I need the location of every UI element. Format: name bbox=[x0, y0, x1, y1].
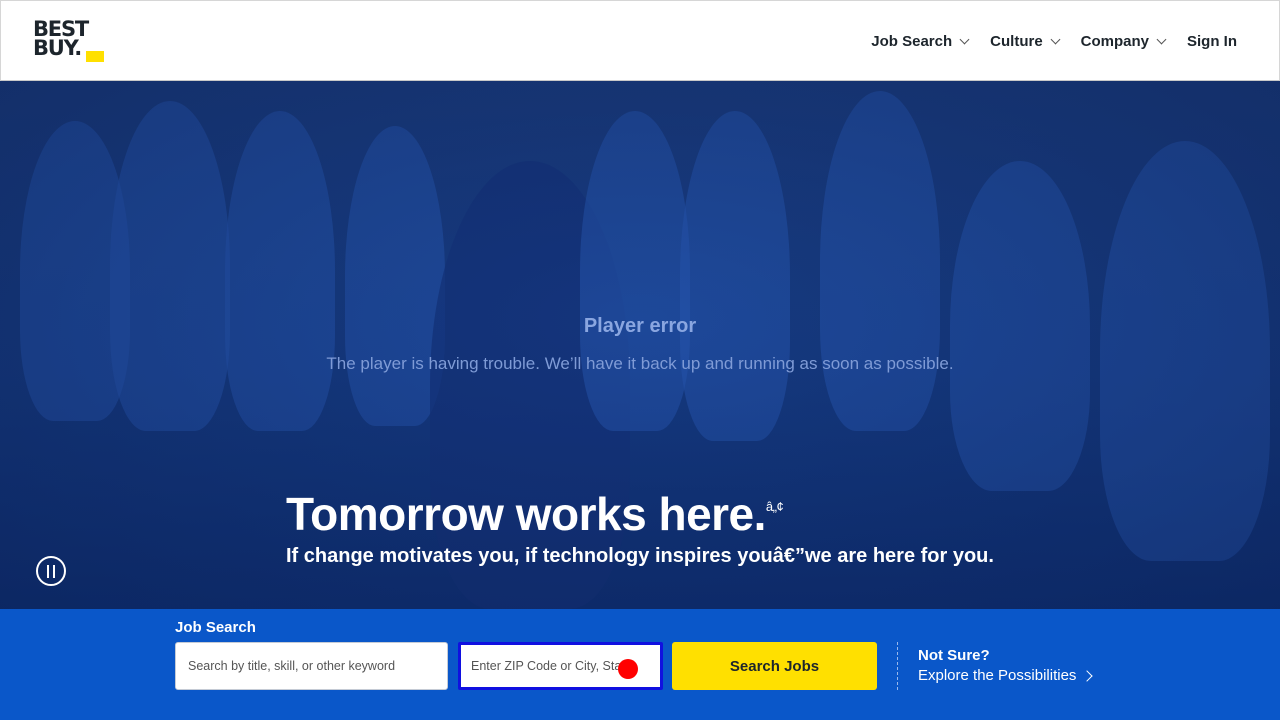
best-buy-logo[interactable]: BEST BUY. bbox=[33, 19, 105, 64]
location-input[interactable] bbox=[458, 642, 663, 690]
chevron-down-icon bbox=[1156, 34, 1167, 45]
nav-sign-in[interactable]: Sign In bbox=[1187, 33, 1237, 50]
keyword-search-input[interactable] bbox=[175, 642, 448, 690]
nav-culture-label: Culture bbox=[990, 33, 1043, 50]
nav-culture[interactable]: Culture bbox=[990, 33, 1061, 50]
nav-sign-in-label: Sign In bbox=[1187, 33, 1237, 50]
nav-job-search[interactable]: Job Search bbox=[871, 33, 970, 50]
logo-yellow-tag bbox=[86, 51, 104, 62]
chevron-right-icon bbox=[1081, 669, 1094, 682]
search-jobs-button[interactable]: Search Jobs bbox=[672, 642, 877, 690]
not-sure-heading: Not Sure? bbox=[918, 647, 990, 664]
chevron-down-icon bbox=[1050, 34, 1061, 45]
hero-video: Player error The player is having troubl… bbox=[0, 81, 1280, 609]
main-nav: Job Search Culture Company Sign In bbox=[849, 1, 1237, 82]
site-header: BEST BUY. Job Search Culture Company Sig… bbox=[0, 0, 1280, 81]
job-search-bar: Job Search Search Jobs Not Sure? Explore… bbox=[0, 609, 1280, 720]
player-error-title: Player error bbox=[583, 315, 697, 337]
explore-link-label: Explore the Possibilities bbox=[918, 667, 1077, 684]
hero-subheadline: If change motivates you, if technology i… bbox=[286, 545, 994, 567]
pause-button[interactable] bbox=[36, 556, 66, 586]
nav-company-label: Company bbox=[1080, 33, 1149, 50]
nav-job-search-label: Job Search bbox=[871, 33, 953, 50]
hero-headline: Tomorrow works here.â„¢ bbox=[286, 487, 784, 541]
player-error-message: The player is having trouble. We’ll have… bbox=[326, 354, 954, 373]
chevron-down-icon bbox=[959, 34, 970, 45]
job-search-label: Job Search bbox=[175, 619, 256, 636]
nav-company[interactable]: Company bbox=[1080, 33, 1167, 50]
trademark-mark: â„¢ bbox=[765, 499, 784, 514]
pause-icon bbox=[47, 565, 49, 578]
explore-possibilities-link[interactable]: Explore the Possibilities bbox=[918, 667, 1094, 684]
divider bbox=[897, 642, 898, 690]
pause-icon-bar bbox=[53, 565, 55, 578]
hero-headline-text: Tomorrow works here. bbox=[286, 488, 766, 540]
